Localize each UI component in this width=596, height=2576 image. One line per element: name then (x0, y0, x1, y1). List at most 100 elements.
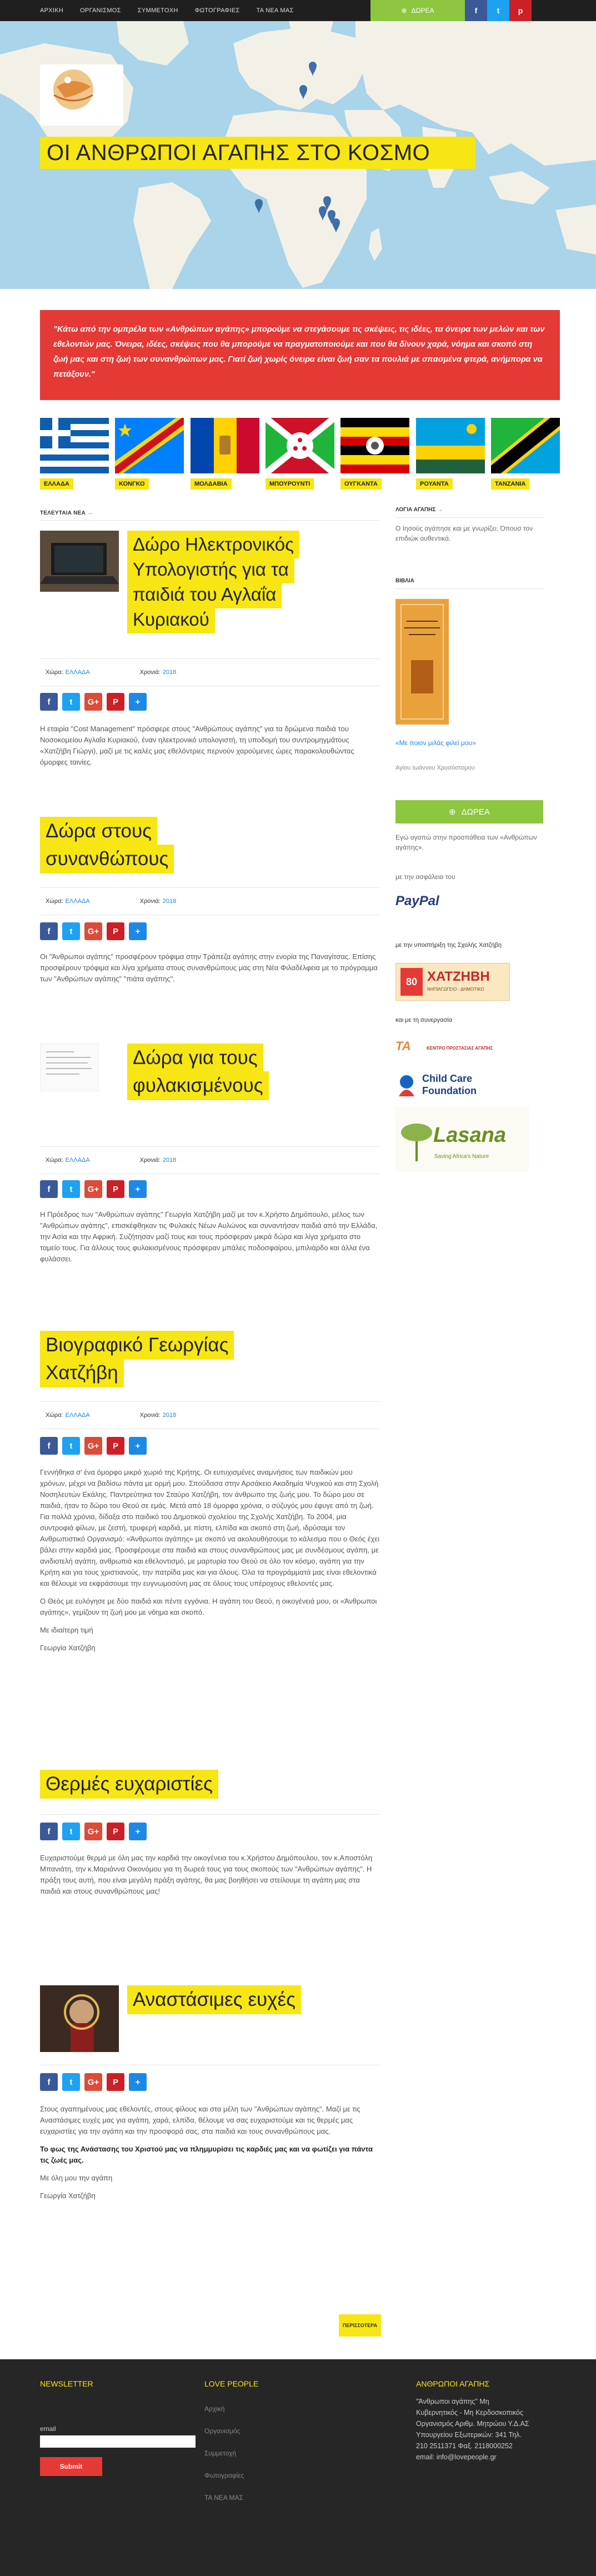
book-cover[interactable] (395, 599, 449, 725)
year-link[interactable]: 2018 (163, 1412, 176, 1419)
pinterest-share-icon[interactable]: P (107, 693, 124, 711)
flag-burundi[interactable]: ΜΠΟΥΡΟΥΝΤΙ (266, 418, 334, 490)
post-3-title-line-2[interactable]: φυλακισμένους (127, 1071, 269, 1100)
footer-link-photos[interactable]: Φωτογραφίες (204, 2472, 244, 2479)
googleplus-share-icon[interactable]: G+ (84, 1180, 102, 1198)
book-cover-image (395, 599, 449, 725)
post-1-title-line-2[interactable]: Υπολογιστής για τα (127, 556, 294, 583)
facebook-share-icon[interactable]: f (40, 693, 58, 711)
arrow-right-icon: → (437, 507, 443, 513)
post-4-share-buttons: f t G+ P + (40, 1437, 147, 1455)
facebook-share-icon[interactable]: f (40, 1180, 58, 1198)
partner-3-logo[interactable]: Lasana Saving Africa's Nature (395, 1107, 529, 1171)
pinterest-share-icon[interactable]: P (107, 1180, 124, 1198)
footer-link-participation[interactable]: Συμμετοχή (204, 2449, 236, 2457)
post-2-title[interactable]: Δώρα στους (40, 817, 157, 846)
twitter-share-icon[interactable]: t (62, 1437, 80, 1455)
uganda-flag-icon (340, 418, 409, 473)
support-heading: με την υποστήριξη της Σχολής Χατζήβη (395, 942, 502, 948)
post-4-title-line-2[interactable]: Χατζήβη (40, 1359, 124, 1387)
footer-link-home[interactable]: Αρχική (204, 2405, 224, 2413)
nav-participation[interactable]: ΣΥΜΜΕΤΟΧΗ (138, 7, 178, 14)
nav-organization[interactable]: ΟΡΓΑΝΙΣΜΟΣ (80, 7, 121, 14)
more-share-icon[interactable]: + (129, 1823, 147, 1840)
site-footer: NEWSLETTER email Submit LOVE PEOPLE Αρχι… (0, 2359, 596, 2576)
post-1-title-line-3[interactable]: παιδιά του Αγλαΐα (127, 581, 282, 608)
year-link[interactable]: 2018 (163, 898, 176, 905)
book-link[interactable]: «Με ποιον μιλάς φιλεί μου» (395, 739, 544, 747)
facebook-share-icon[interactable]: f (40, 1437, 58, 1455)
book-author: Αγίου Ιωάννου Χρυσόστομου (395, 765, 475, 771)
flag-label-tanzania: ΤΑΝΖΑΝΙΑ (491, 478, 530, 490)
donate-button-sidebar[interactable]: ⊕ ΔΩΡΕΑ (395, 800, 543, 823)
flag-greece[interactable]: ΕΛΛΑΔΑ (40, 418, 109, 490)
footer-link-news[interactable]: ΤΑ ΝΕΑ ΜΑΣ (204, 2494, 243, 2502)
facebook-share-icon[interactable]: f (40, 2073, 58, 2091)
post-2-title-line-2[interactable]: συνανθώπους (40, 845, 174, 873)
flag-moldova[interactable]: ΜΟΛΔΑΒΙΑ (191, 418, 259, 490)
googleplus-share-icon[interactable]: G+ (84, 1437, 102, 1455)
footer-email-link[interactable]: email: info@lovepeople.gr (416, 2452, 555, 2463)
post-4-title[interactable]: Βιογραφικό Γεωργίας (40, 1331, 234, 1360)
twitter-share-icon[interactable]: t (62, 922, 80, 940)
googleplus-share-icon[interactable]: G+ (84, 2073, 102, 2091)
twitter-icon[interactable]: t (487, 0, 509, 21)
more-share-icon[interactable]: + (129, 1437, 147, 1455)
googleplus-share-icon[interactable]: G+ (84, 922, 102, 940)
flag-tanzania[interactable]: ΤΑΝΖΑΝΙΑ (491, 418, 560, 490)
twitter-share-icon[interactable]: t (62, 1823, 80, 1840)
newsletter-submit-button[interactable]: Submit (40, 2457, 102, 2476)
flag-rwanda[interactable]: ΡΟΥΑΝΤΑ (416, 418, 485, 490)
nav-home[interactable]: ΑΡΧΙΚΗ (40, 7, 63, 14)
paypal-logo[interactable]: PayPal (395, 893, 439, 909)
pinterest-share-icon[interactable]: P (107, 1823, 124, 1840)
older-posts-button[interactable]: ΠΕΡΙΣΣΟΤΕΡΑ (339, 2314, 381, 2337)
year-link[interactable]: 2018 (163, 669, 176, 676)
country-link[interactable]: ΕΛΛΑΔΑ (66, 898, 90, 905)
donate-button-top[interactable]: ⊕ ΔΩΡΕΑ (370, 0, 465, 21)
post-1-thumbnail[interactable] (40, 531, 119, 592)
post-6-thumbnail[interactable] (40, 1985, 119, 2052)
twitter-share-icon[interactable]: t (62, 693, 80, 711)
year-link[interactable]: 2018 (163, 1157, 176, 1164)
newsletter-email-input[interactable] (40, 2435, 196, 2448)
post-6-title[interactable]: Αναστάσιμες ευχές (127, 1985, 301, 2014)
partner-1-logo[interactable]: ΤΑ ΚΕΝΤΡΟ ΠΡΟΣΤΑΣΙΑΣ ΑΓΑΠΗΣ (395, 1039, 498, 1064)
facebook-icon[interactable]: f (465, 0, 487, 21)
pinterest-share-icon[interactable]: P (107, 922, 124, 940)
facebook-share-icon[interactable]: f (40, 922, 58, 940)
school-logo[interactable]: 80 ΧΑΤΖΗΒΗ ΝΗΠΙΑΓΩΓΕΙΟ - ΔΗΜΟΤΙΚΟ (395, 963, 510, 1001)
post-1-title-line-4[interactable]: Κυριακού (127, 606, 215, 633)
more-share-icon[interactable]: + (129, 693, 147, 711)
partner-2-logo[interactable]: Child Care Foundation (395, 1070, 507, 1103)
more-share-icon[interactable]: + (129, 922, 147, 940)
tanzania-flag-icon (491, 418, 560, 473)
nav-news[interactable]: ΤΑ ΝΕΑ ΜΑΣ (257, 7, 294, 14)
country-link[interactable]: ΕΛΛΑΔΑ (66, 669, 90, 676)
pinterest-icon[interactable]: p (509, 0, 532, 21)
footer-contact: "Άνθρωποι αγάπης" Μη Κυβερνητικός - Μη Κ… (416, 2396, 555, 2463)
googleplus-share-icon[interactable]: G+ (84, 1823, 102, 1840)
post-6-share-buttons: f t G+ P + (40, 2073, 147, 2091)
more-share-icon[interactable]: + (129, 2073, 147, 2091)
pinterest-share-icon[interactable]: P (107, 1437, 124, 1455)
post-5-title[interactable]: Θερμές ευχαριστίες (40, 1770, 218, 1799)
twitter-share-icon[interactable]: t (62, 1180, 80, 1198)
sidebar-books: ΒΙΒΛΙΑ (395, 578, 544, 597)
googleplus-share-icon[interactable]: G+ (84, 693, 102, 711)
post-1-title[interactable]: Δώρο Ηλεκτρονικός (127, 531, 299, 558)
flag-congo[interactable]: ΚΟΝΓΚΟ (115, 418, 184, 490)
facebook-share-icon[interactable]: f (40, 1823, 58, 1840)
hero-title: ΟΙ ΑΝΘΡΩΠΟΙ ΑΓΑΠΗΣ ΣΤΟ ΚΟΣΜΟ (40, 137, 475, 169)
site-logo[interactable] (40, 64, 123, 126)
country-link[interactable]: ΕΛΛΑΔΑ (66, 1412, 90, 1419)
post-3-thumbnail[interactable] (40, 1044, 99, 1091)
post-3-title[interactable]: Δώρα για τους (127, 1044, 263, 1072)
flag-uganda[interactable]: ΟΥΓΚΑΝΤΑ (340, 418, 409, 490)
pinterest-share-icon[interactable]: P (107, 2073, 124, 2091)
nav-photos[interactable]: ΦΩΤΟΓΡΑΦΙΕΣ (195, 7, 240, 14)
twitter-share-icon[interactable]: t (62, 2073, 80, 2091)
footer-link-organization[interactable]: Οργανισμός (204, 2427, 241, 2435)
country-link[interactable]: ΕΛΛΑΔΑ (66, 1157, 90, 1164)
more-share-icon[interactable]: + (129, 1180, 147, 1198)
